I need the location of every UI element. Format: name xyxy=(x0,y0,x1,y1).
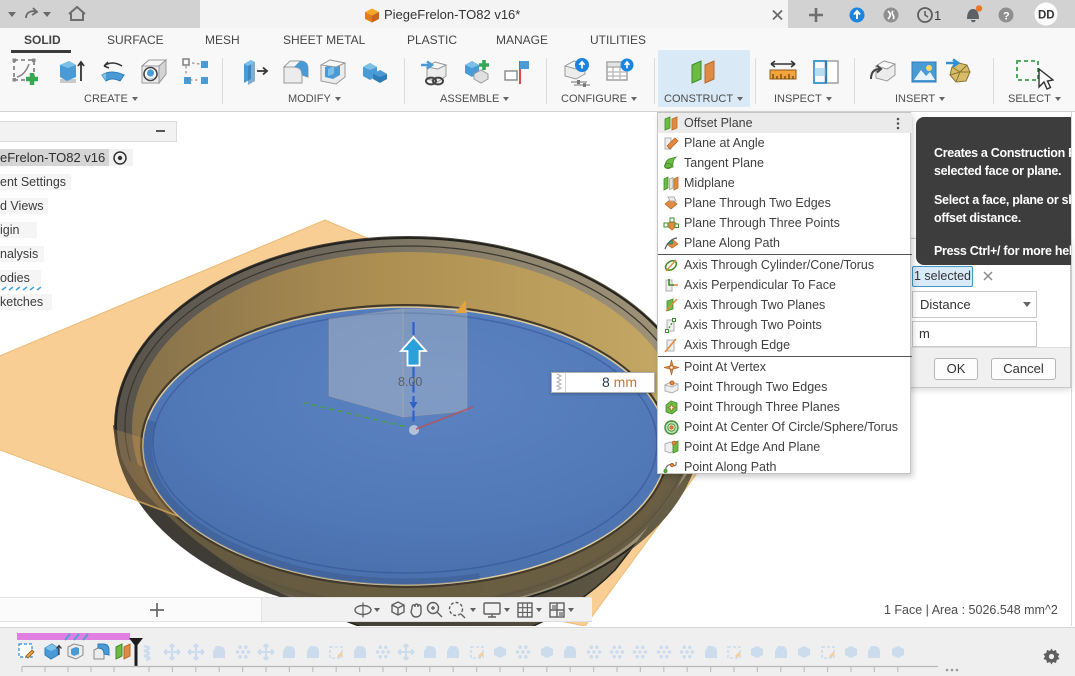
svg-text:1: 1 xyxy=(934,8,941,23)
svg-text:8.00: 8.00 xyxy=(398,375,422,389)
svg-text:?: ? xyxy=(1003,11,1010,23)
svg-text:DD: DD xyxy=(1038,10,1055,22)
